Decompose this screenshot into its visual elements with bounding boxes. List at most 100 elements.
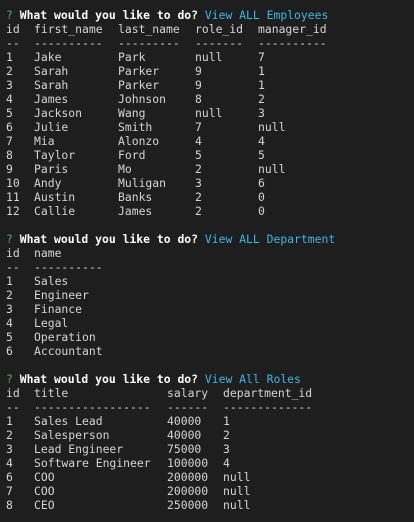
table-row: 4 James Johnson 8 2 [6, 92, 406, 106]
table-row: 2 Engineer [6, 288, 406, 302]
table-divider-cell: ---------- [34, 36, 103, 50]
table-row-cell: Muligan [118, 176, 167, 190]
table-divider-cell: ----------------- [34, 400, 151, 414]
table-divider: -------------------------------------- [6, 400, 406, 414]
table-row-cell: 9 [195, 64, 202, 78]
table-row-cell: 100000 [167, 456, 209, 470]
prompt-question: What would you like to do? [12, 232, 205, 246]
table-row-cell: CEO [34, 498, 55, 512]
table-row-cell: 11 [6, 190, 20, 204]
table-header-cell: last_name [118, 22, 180, 36]
table-row: 12 Callie James 2 0 [6, 204, 406, 218]
table-row-cell: Jackson [34, 106, 83, 120]
table-divider-cell: -- [6, 400, 20, 414]
table-row-cell: Wang [118, 106, 146, 120]
table-divider: -- ---------- [6, 260, 406, 274]
table-row-cell: 7 [258, 50, 265, 64]
table-header-cell: first_name [34, 22, 103, 36]
table-row-cell: 6 [6, 470, 13, 484]
table-row-cell: null [195, 50, 223, 64]
table-header-cell: id [6, 386, 20, 400]
table-divider-cell: ------ [167, 400, 209, 414]
table-row-cell: 2 [6, 64, 13, 78]
table-row-cell: 40000 [167, 414, 202, 428]
table-divider-cell: -- [6, 36, 20, 50]
table-row-cell: 10 [6, 176, 20, 190]
prompt-line: ? What would you like to do? View ALL De… [6, 232, 335, 246]
table-divider-cell: ---------- [34, 260, 103, 274]
table-row-cell: Sarah [34, 64, 69, 78]
table-row: 3 Lead Engineer 75000 3 [6, 442, 406, 456]
table-row-cell: null [223, 498, 251, 512]
prompt-answer: View ALL Employees [204, 8, 329, 22]
terminal-window: ? What would you like to do? View ALL Em… [0, 0, 414, 522]
table-divider: -------------------------------------- [6, 36, 406, 50]
table-header-cell: title [34, 386, 69, 400]
table-row-cell: 75000 [167, 442, 202, 456]
table-row-cell: 2 [258, 92, 265, 106]
table-row-cell: Jake [34, 50, 62, 64]
table-row-cell: 2 [223, 428, 230, 442]
table-row-cell: 7 [195, 120, 202, 134]
table-row-cell: 5 [258, 148, 265, 162]
table-row-cell: 7 [6, 134, 13, 148]
table-row-cell: Engineer [34, 288, 89, 302]
prompt-mark: ? [6, 372, 13, 386]
table-row-cell: 4 [223, 456, 230, 470]
table-row: 10 Andy Muligan 3 6 [6, 176, 406, 190]
table-row-cell: James [34, 92, 69, 106]
table-row: 1 Sales [6, 274, 406, 288]
table-row-cell: 1 [223, 414, 230, 428]
table-row-cell: Sales Lead [34, 414, 103, 428]
prompt-line: ? What would you like to do? View All Ro… [6, 372, 301, 386]
table-row-cell: Sarah [34, 78, 69, 92]
table-row-cell: null [223, 484, 251, 498]
table-row-cell: James [118, 204, 153, 218]
table-row: 5 Operation [6, 330, 406, 344]
table-row-cell: Parker [118, 64, 160, 78]
table-row: 6 Accountant [6, 344, 406, 358]
prompt-line: ? What would you like to do? View ALL Em… [6, 8, 328, 22]
table-divider-cell: ---------- [258, 36, 327, 50]
table-row-cell: Legal [34, 316, 69, 330]
table-row: 2 Sarah Parker 9 1 [6, 64, 406, 78]
table-row: 6 COO 200000 null [6, 470, 406, 484]
table-divider-cell: ------------- [223, 400, 313, 414]
prompt-answer: View All Roles [204, 372, 301, 386]
table-row-cell: 1 [258, 78, 265, 92]
table-row-cell: Paris [34, 162, 69, 176]
table-row-cell: Lead Engineer [34, 442, 124, 456]
table-header-cell: role_id [195, 22, 244, 36]
table-row-cell: 1 [6, 50, 13, 64]
table-row-cell: 4 [195, 134, 202, 148]
table-row-cell: 7 [6, 484, 13, 498]
table-header: id first_name last_name role_id manager_id [6, 22, 406, 36]
prompt-mark: ? [6, 232, 13, 246]
table-row-cell: null [258, 162, 286, 176]
table-row-cell: 3 [6, 78, 13, 92]
table-row-cell: Finance [34, 302, 83, 316]
table-row: 9 Paris Mo 2 null [6, 162, 406, 176]
table-divider-cell: --------- [118, 36, 180, 50]
prompt-answer: View ALL Department [204, 232, 336, 246]
table-row-cell: 3 [258, 106, 265, 120]
table-row-cell: 3 [195, 176, 202, 190]
table-row-cell: null [258, 120, 286, 134]
table-row: 4 Legal [6, 316, 406, 330]
table-row: 11 Austin Banks 2 0 [6, 190, 406, 204]
table-row: 5 Jackson Wang null 3 [6, 106, 406, 120]
table-row-cell: 6 [258, 176, 265, 190]
table-row: 2 Salesperson 40000 2 [6, 428, 406, 442]
table-row-cell: Park [118, 50, 146, 64]
table-row-cell: 200000 [167, 470, 209, 484]
table-row-cell: 2 [195, 162, 202, 176]
table-row-cell: Smith [118, 120, 153, 134]
table-row: 3 Sarah Parker 9 1 [6, 78, 406, 92]
table-row-cell: COO [34, 484, 55, 498]
table-divider-cell: -- [6, 260, 20, 274]
table-row-cell: Salesperson [34, 428, 110, 442]
table-header-cell: id [6, 246, 20, 260]
table-row-cell: 2 [195, 204, 202, 218]
table-row-cell: 200000 [167, 484, 209, 498]
table-row-cell: 2 [6, 288, 13, 302]
